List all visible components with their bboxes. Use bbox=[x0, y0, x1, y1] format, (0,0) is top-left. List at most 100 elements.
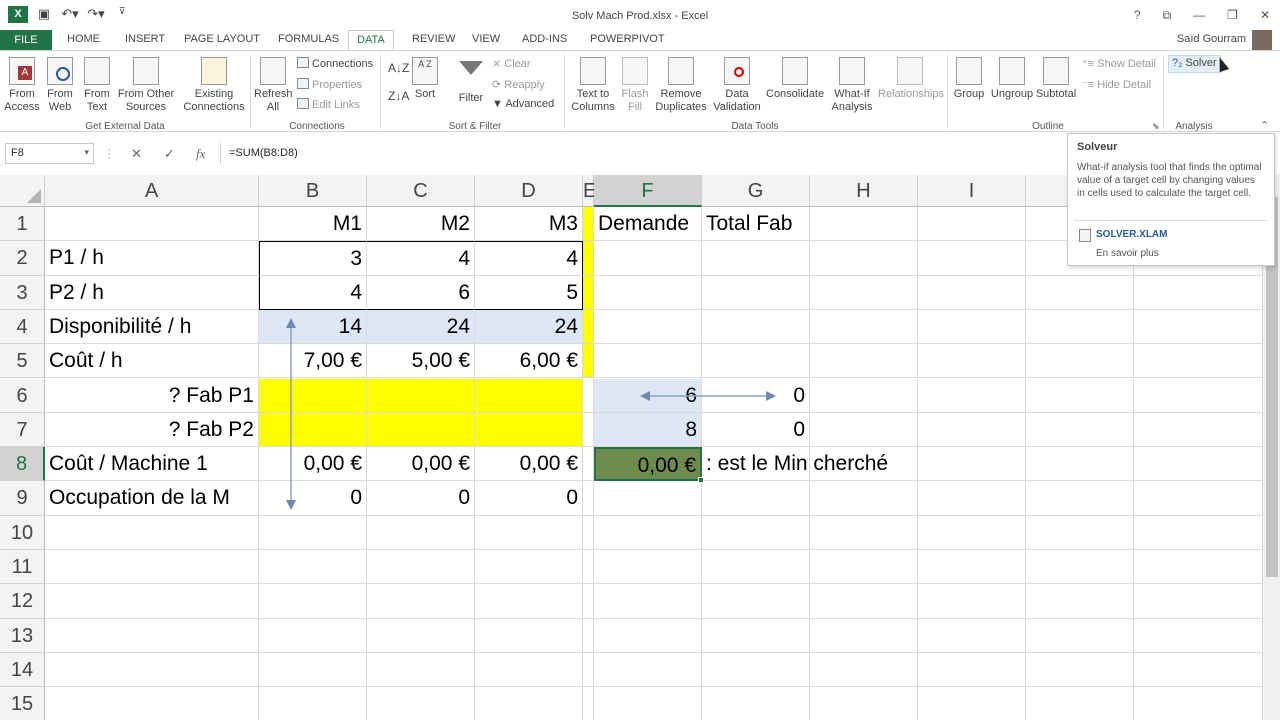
cell-g1[interactable]: Total Fab bbox=[702, 207, 810, 242]
cell-c7[interactable] bbox=[367, 412, 475, 448]
column-header-h[interactable]: H bbox=[810, 175, 918, 207]
minimize-icon[interactable]: — bbox=[1193, 8, 1205, 23]
row-header-4[interactable]: 4 bbox=[0, 309, 45, 345]
cell-f15[interactable] bbox=[594, 687, 702, 720]
show-detail-button[interactable]: ⁺≡ Show Detail bbox=[1082, 57, 1156, 70]
insert-function-icon[interactable]: fx bbox=[196, 146, 205, 162]
cell-x15[interactable] bbox=[1134, 344, 1262, 379]
cell-x113[interactable] bbox=[1134, 619, 1262, 653]
cell-x04[interactable] bbox=[1026, 309, 1134, 345]
cell-a12[interactable] bbox=[45, 584, 259, 619]
row-header-9[interactable]: 9 bbox=[0, 481, 45, 516]
cell-b12[interactable] bbox=[259, 584, 367, 619]
cell-i15[interactable] bbox=[918, 687, 1026, 720]
cell-h2[interactable] bbox=[810, 241, 918, 276]
cell-h12[interactable] bbox=[810, 584, 918, 619]
cell-i12[interactable] bbox=[918, 584, 1026, 619]
cell-g13[interactable] bbox=[702, 618, 810, 653]
existing-connections-button[interactable]: Existing Connections bbox=[182, 57, 246, 114]
cell-i3[interactable] bbox=[918, 275, 1026, 310]
from-web-button[interactable]: From Web bbox=[42, 57, 78, 114]
cell-g2[interactable] bbox=[702, 241, 810, 276]
cell-f9[interactable] bbox=[594, 481, 702, 516]
row-header-14[interactable]: 14 bbox=[0, 652, 45, 688]
cell-e10[interactable] bbox=[583, 515, 594, 550]
cell-g15[interactable] bbox=[702, 687, 810, 720]
cell-i4[interactable] bbox=[918, 309, 1026, 345]
connections-button[interactable]: Connections bbox=[297, 57, 373, 70]
row-header-1[interactable]: 1 bbox=[0, 207, 45, 242]
cell-d1[interactable]: M3 bbox=[475, 207, 583, 242]
cell-g5[interactable] bbox=[702, 344, 810, 379]
cell-x112[interactable] bbox=[1134, 584, 1262, 619]
cell-e9[interactable] bbox=[583, 481, 594, 516]
cell-i1[interactable] bbox=[918, 207, 1026, 242]
cell-f4[interactable] bbox=[594, 309, 702, 345]
cell-x111[interactable] bbox=[1134, 550, 1262, 585]
relationships-button[interactable]: Relationships bbox=[878, 57, 944, 101]
cell-d15[interactable] bbox=[475, 687, 583, 720]
cell-c3[interactable]: 6 bbox=[367, 275, 475, 310]
from-text-button[interactable]: From Text bbox=[80, 57, 114, 114]
column-header-a[interactable]: A bbox=[45, 175, 259, 207]
row-header-11[interactable]: 11 bbox=[0, 550, 45, 585]
cell-e5[interactable] bbox=[583, 344, 594, 379]
column-header-b[interactable]: B bbox=[259, 175, 367, 207]
row-header-13[interactable]: 13 bbox=[0, 618, 45, 653]
cell-b15[interactable] bbox=[259, 687, 367, 720]
cell-x09[interactable] bbox=[1026, 481, 1134, 516]
cell-x012[interactable] bbox=[1026, 584, 1134, 619]
cell-a11[interactable] bbox=[45, 550, 259, 585]
cell-i7[interactable] bbox=[918, 412, 1026, 448]
cell-x014[interactable] bbox=[1026, 652, 1134, 688]
column-header-e[interactable]: E bbox=[583, 175, 596, 207]
sort-desc-icon[interactable]: Z↓A bbox=[388, 89, 409, 103]
from-other-sources-button[interactable]: From Other Sources bbox=[116, 57, 176, 114]
cell-h9[interactable] bbox=[810, 481, 918, 516]
cell-c4[interactable]: 24 bbox=[367, 309, 475, 345]
row-header-8[interactable]: 8 bbox=[0, 447, 45, 482]
column-header-g[interactable]: G bbox=[702, 175, 810, 207]
subtotal-button[interactable]: Subtotal bbox=[1034, 57, 1078, 101]
ungroup-button[interactable]: Ungroup bbox=[990, 57, 1034, 101]
cell-f11[interactable] bbox=[594, 550, 702, 585]
row-header-7[interactable]: 7 bbox=[0, 412, 45, 448]
cell-h15[interactable] bbox=[810, 687, 918, 720]
column-header-c[interactable]: C bbox=[367, 175, 475, 207]
cell-e13[interactable] bbox=[583, 618, 594, 653]
cell-c15[interactable] bbox=[367, 687, 475, 720]
row-header-15[interactable]: 15 bbox=[0, 687, 45, 720]
advanced-button[interactable]: ▼ Advanced bbox=[492, 98, 554, 110]
cell-f3[interactable] bbox=[594, 275, 702, 310]
cell-x03[interactable] bbox=[1026, 275, 1134, 310]
cell-b13[interactable] bbox=[259, 618, 367, 653]
cell-d12[interactable] bbox=[475, 584, 583, 619]
cell-b11[interactable] bbox=[259, 550, 367, 585]
cell-a9[interactable]: Occupation de la M bbox=[45, 481, 259, 516]
row-header-12[interactable]: 12 bbox=[0, 584, 45, 619]
cell-i6[interactable] bbox=[918, 378, 1026, 413]
cell-b8[interactable]: 0,00 € bbox=[259, 447, 367, 482]
cell-x13[interactable] bbox=[1134, 276, 1262, 310]
cell-f1[interactable]: Demande bbox=[594, 207, 702, 242]
cell-h1[interactable] bbox=[810, 207, 918, 242]
cell-c1[interactable]: M2 bbox=[367, 207, 475, 242]
row-header-10[interactable]: 10 bbox=[0, 515, 45, 550]
solver-button[interactable]: ?₂ Solver bbox=[1168, 55, 1221, 73]
cell-e7[interactable] bbox=[583, 412, 594, 448]
cell-d6[interactable] bbox=[475, 378, 583, 413]
cell-f7[interactable]: 8 bbox=[594, 412, 702, 448]
cell-b9[interactable]: 0 bbox=[259, 481, 367, 516]
tab-insert[interactable]: INSERT bbox=[125, 33, 165, 45]
consolidate-button[interactable]: Consolidate bbox=[766, 57, 824, 101]
cell-d9[interactable]: 0 bbox=[475, 481, 583, 516]
cell-a4[interactable]: Disponibilité / h bbox=[45, 309, 259, 345]
cell-a13[interactable] bbox=[45, 618, 259, 653]
cell-x18[interactable] bbox=[1134, 447, 1262, 482]
help-icon[interactable]: ? bbox=[1134, 8, 1141, 23]
cell-x011[interactable] bbox=[1026, 550, 1134, 585]
cell-e14[interactable] bbox=[583, 652, 594, 688]
cell-x06[interactable] bbox=[1026, 378, 1134, 413]
cell-h11[interactable] bbox=[810, 550, 918, 585]
cell-b10[interactable] bbox=[259, 515, 367, 550]
